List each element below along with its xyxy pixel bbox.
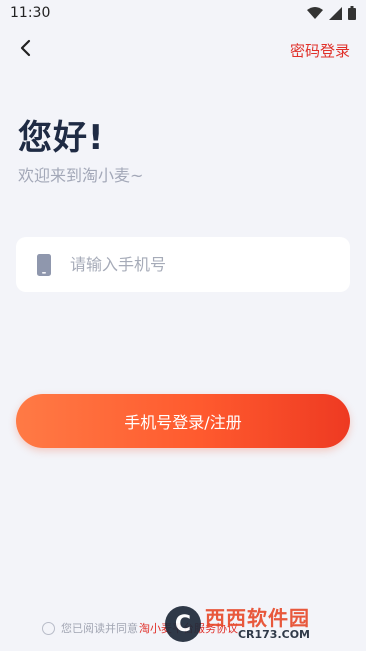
phone-login-register-button[interactable]: 手机号登录/注册 [16,394,350,448]
watermark-logo: C [165,606,201,642]
agree-radio[interactable] [42,621,55,635]
greeting-subtitle: 欢迎来到淘小麦~ [18,166,144,185]
password-login-link[interactable]: 密码登录 [290,40,350,61]
greeting-title: 您好! [18,118,105,158]
watermark-en: CR173.COM [237,627,310,641]
nav-bar: 密码登录 [0,32,366,68]
status-bar: 11:30 [0,0,366,26]
status-icons [307,6,356,20]
status-time: 11:30 [10,5,51,21]
signal-icon [329,6,342,20]
wifi-icon [307,7,323,19]
phone-input[interactable] [68,236,350,293]
phone-icon [36,253,52,277]
watermark-cn: 西西软件园 [205,605,310,630]
agreement-prefix: 您已阅读并同意 [61,622,138,635]
battery-icon [348,6,356,20]
chevron-left-icon [19,39,33,61]
watermark-text: 西西软件园 CR173.COM [205,605,310,641]
phone-field[interactable] [16,236,350,293]
back-button[interactable] [12,36,40,64]
watermark: C 西西软件园 CR173.COM [165,604,347,644]
